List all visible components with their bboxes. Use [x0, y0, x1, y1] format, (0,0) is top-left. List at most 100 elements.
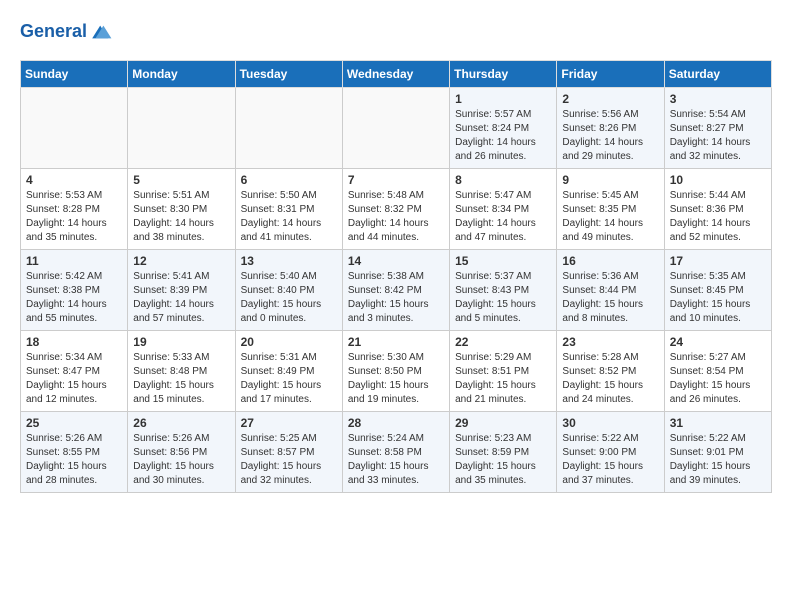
calendar-week-1: 1 Sunrise: 5:57 AM Sunset: 8:24 PM Daylig… [21, 88, 772, 169]
day-info: Sunrise: 5:31 AM Sunset: 8:49 PM Dayligh… [241, 351, 337, 407]
calendar-cell: 29 Sunrise: 5:23 AM Sunset: 8:59 PM Dayli… [450, 412, 557, 493]
calendar-header: SundayMondayTuesdayWednesdayThursdayFrid… [21, 61, 772, 88]
day-info: Sunrise: 5:28 AM Sunset: 8:52 PM Dayligh… [562, 351, 658, 407]
day-number: 14 [348, 254, 444, 268]
day-number: 12 [133, 254, 229, 268]
calendar-cell: 20 Sunrise: 5:31 AM Sunset: 8:49 PM Dayli… [235, 331, 342, 412]
weekday-header-thursday: Thursday [450, 61, 557, 88]
calendar-cell: 30 Sunrise: 5:22 AM Sunset: 9:00 PM Dayli… [557, 412, 664, 493]
day-number: 8 [455, 173, 551, 187]
day-number: 11 [26, 254, 122, 268]
day-info: Sunrise: 5:29 AM Sunset: 8:51 PM Dayligh… [455, 351, 551, 407]
calendar-body: 1 Sunrise: 5:57 AM Sunset: 8:24 PM Daylig… [21, 88, 772, 493]
calendar-week-2: 4Sunrise: 5:53 AM Sunset: 8:28 PM Daylig… [21, 169, 772, 250]
day-number: 16 [562, 254, 658, 268]
day-info: Sunrise: 5:40 AM Sunset: 8:40 PM Dayligh… [241, 270, 337, 326]
day-number: 9 [562, 173, 658, 187]
calendar-cell: 4Sunrise: 5:53 AM Sunset: 8:28 PM Daylig… [21, 169, 128, 250]
weekday-header-sunday: Sunday [21, 61, 128, 88]
weekday-header-tuesday: Tuesday [235, 61, 342, 88]
day-number: 15 [455, 254, 551, 268]
calendar-cell: 10 Sunrise: 5:44 AM Sunset: 8:36 PM Dayli… [664, 169, 771, 250]
calendar-cell: 17 Sunrise: 5:35 AM Sunset: 8:45 PM Dayli… [664, 250, 771, 331]
calendar-cell: 28 Sunrise: 5:24 AM Sunset: 8:58 PM Dayli… [342, 412, 449, 493]
day-number: 6 [241, 173, 337, 187]
day-info: Sunrise: 5:41 AM Sunset: 8:39 PM Dayligh… [133, 270, 229, 326]
day-number: 17 [670, 254, 766, 268]
day-info: Sunrise: 5:44 AM Sunset: 8:36 PM Dayligh… [670, 189, 766, 245]
calendar-cell [21, 88, 128, 169]
page-header: General [20, 20, 772, 44]
day-info: Sunrise: 5:56 AM Sunset: 8:26 PM Dayligh… [562, 108, 658, 164]
weekday-header-saturday: Saturday [664, 61, 771, 88]
day-info: Sunrise: 5:23 AM Sunset: 8:59 PM Dayligh… [455, 432, 551, 488]
calendar-week-5: 25 Sunrise: 5:26 AM Sunset: 8:55 PM Dayli… [21, 412, 772, 493]
weekday-header-monday: Monday [128, 61, 235, 88]
day-number: 28 [348, 416, 444, 430]
calendar-cell: 15 Sunrise: 5:37 AM Sunset: 8:43 PM Dayli… [450, 250, 557, 331]
day-number: 25 [26, 416, 122, 430]
calendar-cell: 25 Sunrise: 5:26 AM Sunset: 8:55 PM Dayli… [21, 412, 128, 493]
calendar-cell: 31 Sunrise: 5:22 AM Sunset: 9:01 PM Dayli… [664, 412, 771, 493]
day-number: 3 [670, 92, 766, 106]
day-info: Sunrise: 5:25 AM Sunset: 8:57 PM Dayligh… [241, 432, 337, 488]
calendar-table: SundayMondayTuesdayWednesdayThursdayFrid… [20, 60, 772, 493]
calendar-cell: 9 Sunrise: 5:45 AM Sunset: 8:35 PM Daylig… [557, 169, 664, 250]
calendar-cell: 12 Sunrise: 5:41 AM Sunset: 8:39 PM Dayli… [128, 250, 235, 331]
day-info: Sunrise: 5:45 AM Sunset: 8:35 PM Dayligh… [562, 189, 658, 245]
day-info: Sunrise: 5:50 AM Sunset: 8:31 PM Dayligh… [241, 189, 337, 245]
calendar-cell: 23 Sunrise: 5:28 AM Sunset: 8:52 PM Dayli… [557, 331, 664, 412]
day-info: Sunrise: 5:54 AM Sunset: 8:27 PM Dayligh… [670, 108, 766, 164]
day-info: Sunrise: 5:22 AM Sunset: 9:01 PM Dayligh… [670, 432, 766, 488]
day-number: 1 [455, 92, 551, 106]
calendar-week-3: 11 Sunrise: 5:42 AM Sunset: 8:38 PM Dayli… [21, 250, 772, 331]
day-number: 19 [133, 335, 229, 349]
day-info: Sunrise: 5:26 AM Sunset: 8:55 PM Dayligh… [26, 432, 122, 488]
logo: General [20, 20, 113, 44]
day-number: 23 [562, 335, 658, 349]
day-number: 31 [670, 416, 766, 430]
calendar-cell: 1 Sunrise: 5:57 AM Sunset: 8:24 PM Daylig… [450, 88, 557, 169]
day-info: Sunrise: 5:33 AM Sunset: 8:48 PM Dayligh… [133, 351, 229, 407]
day-info: Sunrise: 5:38 AM Sunset: 8:42 PM Dayligh… [348, 270, 444, 326]
day-info: Sunrise: 5:26 AM Sunset: 8:56 PM Dayligh… [133, 432, 229, 488]
calendar-cell: 6 Sunrise: 5:50 AM Sunset: 8:31 PM Daylig… [235, 169, 342, 250]
weekday-header-row: SundayMondayTuesdayWednesdayThursdayFrid… [21, 61, 772, 88]
day-number: 10 [670, 173, 766, 187]
day-info: Sunrise: 5:22 AM Sunset: 9:00 PM Dayligh… [562, 432, 658, 488]
calendar-cell: 13 Sunrise: 5:40 AM Sunset: 8:40 PM Dayli… [235, 250, 342, 331]
day-info: Sunrise: 5:51 AM Sunset: 8:30 PM Dayligh… [133, 189, 229, 245]
day-info: Sunrise: 5:57 AM Sunset: 8:24 PM Dayligh… [455, 108, 551, 164]
day-number: 7 [348, 173, 444, 187]
day-number: 5 [133, 173, 229, 187]
calendar-cell: 2Sunrise: 5:56 AM Sunset: 8:26 PM Daylig… [557, 88, 664, 169]
calendar-cell: 21Sunrise: 5:30 AM Sunset: 8:50 PM Dayli… [342, 331, 449, 412]
day-number: 24 [670, 335, 766, 349]
calendar-cell: 7 Sunrise: 5:48 AM Sunset: 8:32 PM Daylig… [342, 169, 449, 250]
day-number: 20 [241, 335, 337, 349]
day-info: Sunrise: 5:53 AM Sunset: 8:28 PM Dayligh… [26, 189, 122, 245]
logo-icon [89, 20, 113, 44]
day-info: Sunrise: 5:27 AM Sunset: 8:54 PM Dayligh… [670, 351, 766, 407]
day-info: Sunrise: 5:37 AM Sunset: 8:43 PM Dayligh… [455, 270, 551, 326]
weekday-header-wednesday: Wednesday [342, 61, 449, 88]
day-info: Sunrise: 5:34 AM Sunset: 8:47 PM Dayligh… [26, 351, 122, 407]
day-info: Sunrise: 5:47 AM Sunset: 8:34 PM Dayligh… [455, 189, 551, 245]
calendar-cell: 22Sunrise: 5:29 AM Sunset: 8:51 PM Dayli… [450, 331, 557, 412]
day-number: 29 [455, 416, 551, 430]
calendar-cell [342, 88, 449, 169]
day-info: Sunrise: 5:35 AM Sunset: 8:45 PM Dayligh… [670, 270, 766, 326]
day-number: 30 [562, 416, 658, 430]
day-number: 13 [241, 254, 337, 268]
calendar-cell: 24 Sunrise: 5:27 AM Sunset: 8:54 PM Dayli… [664, 331, 771, 412]
day-number: 27 [241, 416, 337, 430]
calendar-cell [235, 88, 342, 169]
calendar-cell: 14 Sunrise: 5:38 AM Sunset: 8:42 PM Dayli… [342, 250, 449, 331]
calendar-cell: 27 Sunrise: 5:25 AM Sunset: 8:57 PM Dayli… [235, 412, 342, 493]
day-info: Sunrise: 5:24 AM Sunset: 8:58 PM Dayligh… [348, 432, 444, 488]
calendar-cell: 3 Sunrise: 5:54 AM Sunset: 8:27 PM Daylig… [664, 88, 771, 169]
day-info: Sunrise: 5:42 AM Sunset: 8:38 PM Dayligh… [26, 270, 122, 326]
logo-text: General [20, 22, 87, 42]
calendar-cell: 16Sunrise: 5:36 AM Sunset: 8:44 PM Dayli… [557, 250, 664, 331]
day-info: Sunrise: 5:48 AM Sunset: 8:32 PM Dayligh… [348, 189, 444, 245]
